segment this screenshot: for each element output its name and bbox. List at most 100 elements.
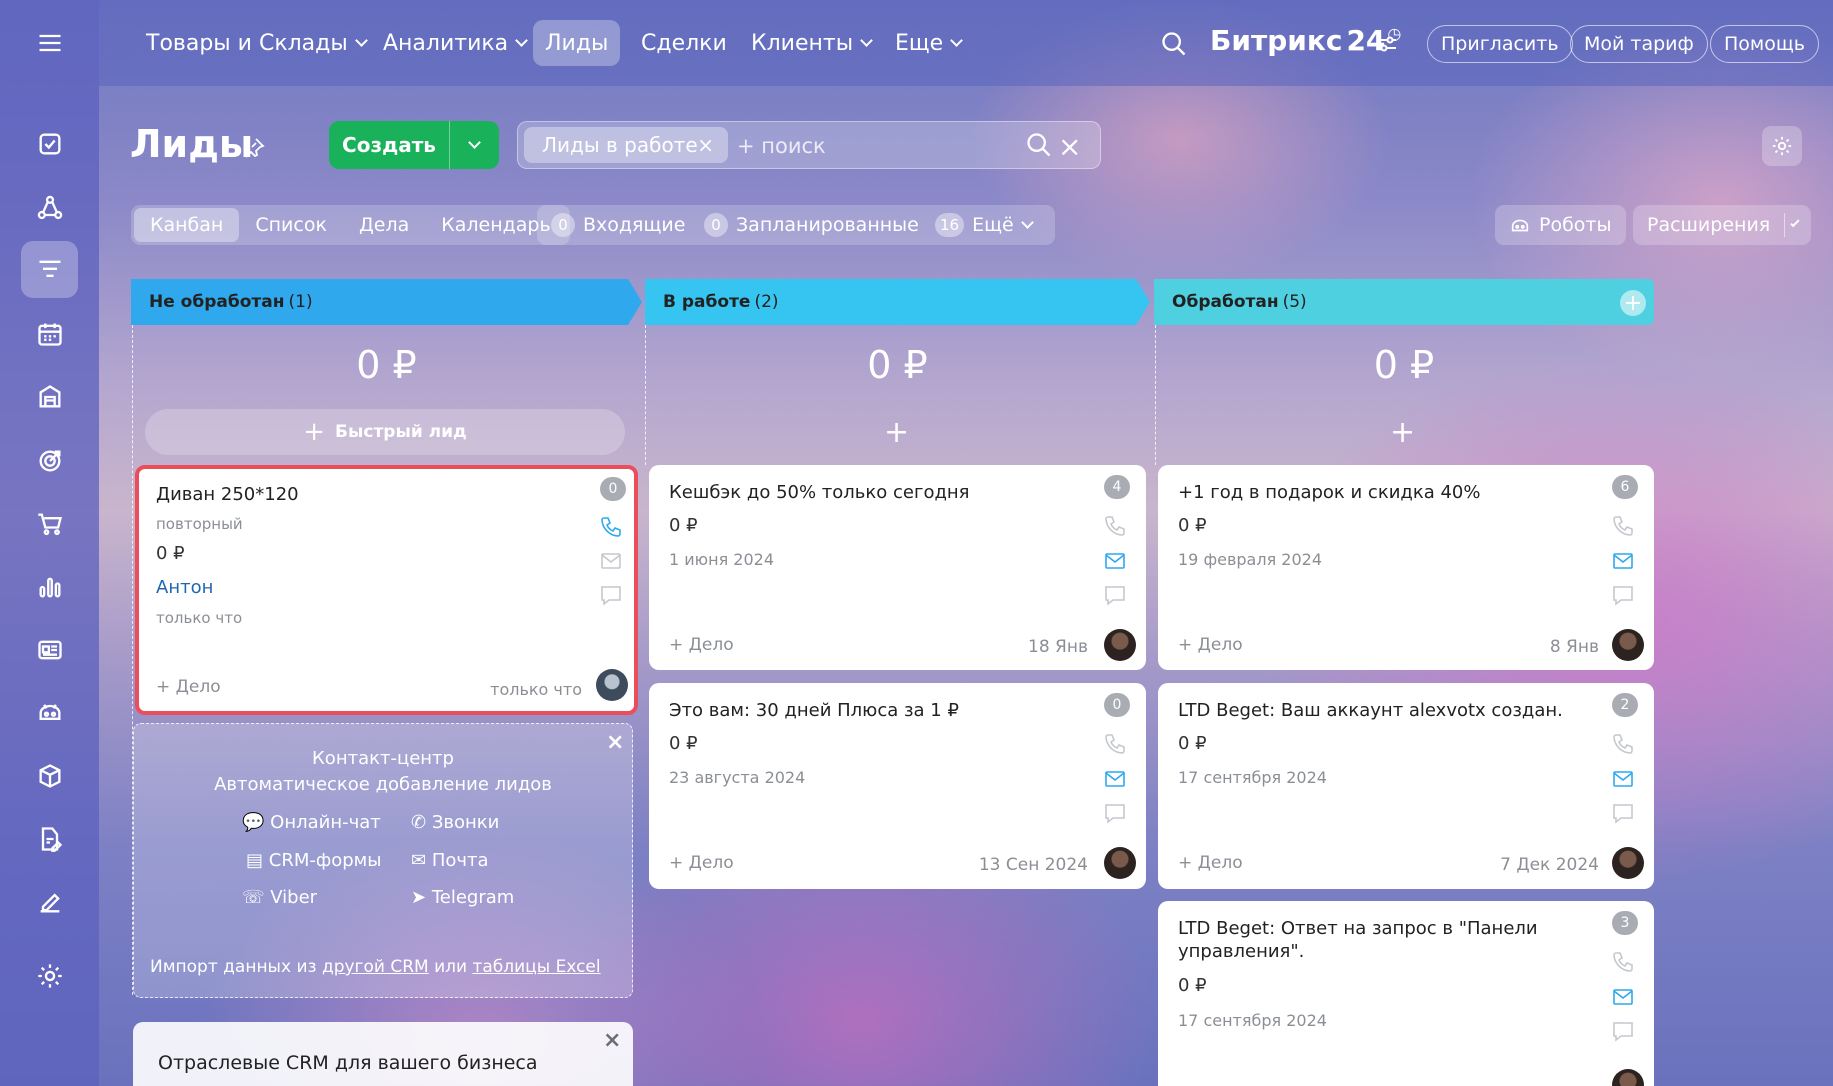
card-title[interactable]: Это вам: 30 дней Плюса за 1 ₽ <box>669 699 1069 722</box>
promo-crm-forms[interactable]: ▤ CRM-формы <box>246 850 381 871</box>
mail-icon[interactable] <box>1610 767 1636 791</box>
lead-card[interactable]: Кешбэк до 50% только сегодня 0 ₽ 1 июня … <box>649 465 1146 670</box>
lead-card[interactable]: Это вам: 30 дней Плюса за 1 ₽ 0 ₽ 23 авг… <box>649 683 1146 889</box>
chat-icon[interactable] <box>1610 583 1636 607</box>
avatar[interactable] <box>596 669 628 701</box>
create-button[interactable]: Создать <box>329 121 499 169</box>
robots-button[interactable]: Роботы <box>1495 205 1626 245</box>
store-icon[interactable] <box>29 376 71 418</box>
nav-deals[interactable]: Сделки <box>629 20 739 66</box>
mail-icon[interactable] <box>598 549 624 573</box>
column-header-in-progress[interactable]: В работе (2) <box>645 279 1150 325</box>
search-icon[interactable] <box>1025 131 1053 159</box>
add-activity-link[interactable]: + Дело <box>669 635 734 655</box>
card-activity-badge[interactable]: 6 <box>1612 475 1638 499</box>
close-icon[interactable]: × <box>603 1028 621 1053</box>
avatar[interactable] <box>1612 847 1644 879</box>
card-activity-badge[interactable]: 2 <box>1612 693 1638 717</box>
tasks-icon[interactable] <box>29 123 71 165</box>
avatar[interactable] <box>1612 1069 1644 1086</box>
help-button[interactable]: Помощь <box>1710 25 1819 63</box>
import-excel-link[interactable]: таблицы Excel <box>472 957 600 977</box>
phone-icon[interactable] <box>1610 950 1636 974</box>
promo-calls[interactable]: ✆ Звонки <box>411 812 499 833</box>
document-edit-icon[interactable] <box>29 818 71 860</box>
search-input[interactable]: + поиск <box>737 134 826 158</box>
target-icon[interactable] <box>29 440 71 482</box>
tab-kanban[interactable]: Канбан <box>134 208 240 242</box>
sign-icon[interactable] <box>29 881 71 923</box>
search-icon[interactable] <box>1160 30 1188 58</box>
crm-icon[interactable] <box>29 187 71 229</box>
contact-card-icon[interactable] <box>29 629 71 671</box>
box-icon[interactable] <box>29 755 71 797</box>
invite-button[interactable]: Пригласить <box>1427 25 1573 63</box>
tab-list[interactable]: Список <box>239 208 343 242</box>
card-activity-badge[interactable]: 0 <box>1104 693 1130 717</box>
column-header-new[interactable]: Не обработан (1) <box>131 279 642 325</box>
lead-card[interactable]: +1 год в подарок и скидка 40% 0 ₽ 19 фев… <box>1158 465 1654 670</box>
calendar-icon[interactable] <box>29 313 71 355</box>
avatar[interactable] <box>1104 847 1136 879</box>
phone-icon[interactable] <box>1610 514 1636 538</box>
add-activity-link[interactable]: + Дело <box>156 677 221 697</box>
menu-icon[interactable] <box>29 22 71 64</box>
chat-icon[interactable] <box>598 583 624 607</box>
column-header-processed[interactable]: Обработан (5) <box>1154 279 1654 325</box>
chat-icon[interactable] <box>1102 583 1128 607</box>
promo-viber[interactable]: ☏ Viber <box>242 887 317 908</box>
nav-more[interactable]: Еще <box>883 20 973 66</box>
counter-incoming[interactable]: 0 Входящие <box>551 213 685 237</box>
create-dropdown-toggle[interactable] <box>450 135 499 149</box>
card-title[interactable]: Диван 250*120 <box>156 483 556 506</box>
chat-icon[interactable] <box>1610 1019 1636 1043</box>
mail-icon[interactable] <box>1610 549 1636 573</box>
phone-icon[interactable] <box>1102 514 1128 538</box>
counter-planned[interactable]: 0 Запланированные <box>704 213 919 237</box>
extensions-button[interactable]: Расширения <box>1633 205 1811 245</box>
my-tariff-button[interactable]: Мой тариф <box>1570 25 1708 63</box>
phone-icon[interactable] <box>1102 732 1128 756</box>
card-activity-badge[interactable]: 4 <box>1104 475 1130 499</box>
close-icon[interactable]: × <box>697 133 714 157</box>
chat-icon[interactable] <box>1610 801 1636 825</box>
nav-clients[interactable]: Клиенты <box>739 20 883 66</box>
avatar[interactable] <box>1612 629 1644 661</box>
nav-products-warehouses[interactable]: Товары и Склады <box>134 20 378 66</box>
chevron-down-icon[interactable] <box>1790 217 1800 227</box>
add-column-icon[interactable]: + <box>1620 290 1646 316</box>
card-activity-badge[interactable]: 3 <box>1612 911 1638 935</box>
add-activity-link[interactable]: + Дело <box>1178 853 1243 873</box>
card-title[interactable]: +1 год в подарок и скидка 40% <box>1178 481 1578 504</box>
add-activity-link[interactable]: + Дело <box>669 853 734 873</box>
settings-gear-icon[interactable] <box>29 955 71 997</box>
cart-icon[interactable] <box>29 503 71 545</box>
chat-icon[interactable] <box>1102 801 1128 825</box>
clear-icon[interactable]: × <box>1058 130 1081 163</box>
promo-mail[interactable]: ✉ Почта <box>411 850 489 871</box>
phone-icon[interactable] <box>1610 732 1636 756</box>
card-title[interactable]: LTD Beget: Ответ на запрос в "Панели упр… <box>1178 917 1558 963</box>
promo-online-chat[interactable]: 💬 Онлайн-чат <box>242 812 381 833</box>
lead-card[interactable]: LTD Beget: Ответ на запрос в "Панели упр… <box>1158 901 1654 1086</box>
card-title[interactable]: LTD Beget: Ваш аккаунт alexvotx создан. <box>1178 699 1578 722</box>
nav-leads[interactable]: Лиды <box>533 20 621 66</box>
add-card-button[interactable]: + <box>884 415 909 450</box>
add-activity-link[interactable]: + Дело <box>1178 635 1243 655</box>
import-other-crm-link[interactable]: другой CRM <box>322 957 429 977</box>
card-title[interactable]: Кешбэк до 50% только сегодня <box>669 481 1069 504</box>
add-card-button[interactable]: + <box>1390 415 1415 450</box>
mail-icon[interactable] <box>1610 985 1636 1009</box>
brand-logo[interactable]: Битрикс 24 ◷ <box>1210 24 1401 57</box>
leads-funnel-icon[interactable] <box>21 241 78 298</box>
mail-icon[interactable] <box>1102 549 1128 573</box>
card-contact-link[interactable]: Антон <box>156 577 213 598</box>
tab-activities[interactable]: Дела <box>343 208 425 242</box>
phone-icon[interactable] <box>598 515 624 539</box>
card-activity-badge[interactable]: 0 <box>600 477 626 501</box>
promo-telegram[interactable]: ➤ Telegram <box>411 887 514 908</box>
counter-more[interactable]: 16 Ещё <box>935 213 1034 237</box>
lead-card[interactable]: Диван 250*120 повторный 0 ₽ Антон только… <box>135 465 638 715</box>
robot-icon[interactable] <box>29 692 71 734</box>
mail-icon[interactable] <box>1102 767 1128 791</box>
